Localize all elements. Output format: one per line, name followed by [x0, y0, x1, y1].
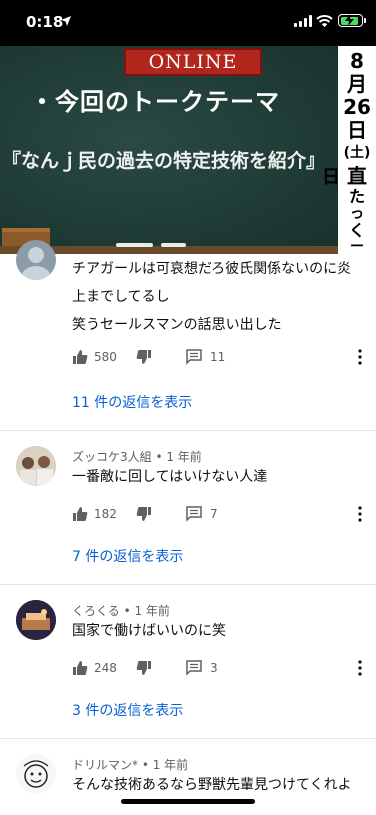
comment-author-meta: くろくる • 1 年前: [72, 604, 170, 618]
like-button[interactable]: 182: [72, 504, 117, 524]
more-vert-icon[interactable]: [354, 504, 366, 524]
comment-icon: [186, 660, 202, 676]
side-char: た: [348, 187, 365, 206]
view-replies-link[interactable]: 11 件の返信を表示: [72, 392, 192, 412]
side-char: 日: [347, 118, 367, 142]
more-vert-icon[interactable]: [354, 347, 366, 367]
like-button[interactable]: 248: [72, 658, 117, 678]
comment-line: 一番敵に回してはいけない人達: [72, 469, 268, 485]
comment-author-meta: ズッコケ3人組 • 1 年前: [72, 450, 202, 464]
side-char: 26: [343, 95, 371, 119]
battery-icon: [338, 14, 363, 27]
talk-theme-title: ・今回のトークテーマ: [30, 88, 280, 116]
comment-line: そんな技術あるなら野獣先輩見つけてくれよ: [72, 777, 352, 793]
comment-icon: [186, 506, 202, 522]
thumb-down-icon: [136, 661, 151, 675]
thumb-up-icon: [73, 661, 88, 675]
like-count: 182: [94, 507, 117, 521]
chalkboard-thumbnail: ONLINE ・今回のトークテーマ 『なんｊ民の過去の特定技術を紹介』: [0, 46, 338, 254]
like-count: 580: [94, 350, 117, 364]
home-indicator[interactable]: [121, 799, 255, 804]
wifi-icon: [316, 15, 333, 27]
more-vert-icon[interactable]: [354, 658, 366, 678]
comment-text: 国家で働けばいいのに笑: [72, 618, 368, 644]
comment-icon: [186, 349, 202, 365]
dislike-button[interactable]: [136, 347, 152, 367]
video-player[interactable]: ONLINE ・今回のトークテーマ 『なんｊ民の過去の特定技術を紹介』 8 月 …: [0, 46, 376, 254]
player-indicator-left: [116, 243, 153, 247]
avatar[interactable]: [16, 446, 56, 486]
reply-button[interactable]: 11: [186, 347, 225, 367]
comment-text: 一番敵に回してはいけない人達: [72, 464, 368, 490]
dislike-button[interactable]: [136, 658, 152, 678]
side-char: く: [348, 221, 365, 240]
reply-count: 3: [210, 661, 218, 675]
comment-actions: 248 3: [72, 658, 368, 678]
reply-button[interactable]: 7: [186, 504, 218, 524]
comment-line: チアガールは可哀想だろ彼氏関係ないのに炎: [72, 261, 352, 277]
status-bar: 0:18: [0, 0, 376, 46]
side-char: っ: [350, 206, 364, 222]
date-side-panel: 8 月 26 日 (土) 日 直 た っ く ー: [322, 46, 376, 254]
thumb-up-icon: [73, 507, 88, 521]
side-char: 8: [350, 49, 364, 73]
side-char: 日: [322, 167, 340, 188]
comment-actions: 580 11: [72, 347, 368, 367]
comment-author-meta: ドリルマン* • 1 年前: [72, 758, 189, 772]
status-time: 0:18: [26, 13, 64, 31]
comment-item: チアガールは可哀想だろ彼氏関係ないのに炎 上までしてるし 笑うセールスマンの話思…: [0, 240, 376, 431]
comment-item: ズッコケ3人組 • 1 年前 一番敵に回してはいけない人達 182 7 7 件の…: [0, 431, 376, 585]
like-button[interactable]: 580: [72, 347, 117, 367]
view-replies-link[interactable]: 3 件の返信を表示: [72, 700, 183, 720]
reply-count: 11: [210, 350, 226, 364]
side-char: 月: [347, 72, 367, 96]
thumb-down-icon: [136, 350, 151, 364]
comment-text: チアガールは可哀想だろ彼氏関係ないのに炎 上までしてるし 笑うセールスマンの話思…: [72, 256, 368, 338]
reply-count: 7: [210, 507, 218, 521]
player-indicator-right: [161, 243, 186, 247]
dislike-button[interactable]: [136, 504, 152, 524]
side-char: ー: [350, 239, 364, 254]
comment-text: そんな技術あるなら野獣先輩見つけてくれよ: [72, 772, 368, 798]
like-count: 248: [94, 661, 117, 675]
location-arrow-icon: [61, 16, 71, 26]
battery-tip: [364, 18, 366, 23]
side-char: (土): [343, 145, 371, 161]
online-sign: ONLINE: [124, 48, 262, 76]
side-char: 直: [347, 164, 367, 188]
comment-line: 上までしてるし: [72, 289, 170, 305]
avatar[interactable]: [16, 600, 56, 640]
avatar[interactable]: [16, 754, 56, 794]
avatar[interactable]: [16, 240, 56, 280]
thumb-down-icon: [136, 507, 151, 521]
cellular-signal-icon: [294, 15, 312, 27]
thumb-up-icon: [73, 350, 88, 364]
comment-line: 国家で働けばいいのに笑: [72, 623, 226, 639]
comment-line: 笑うセールスマンの話思い出した: [72, 317, 282, 333]
comment-item: くろくる • 1 年前 国家で働けばいいのに笑 248 3 3 件の返信を表示: [0, 585, 376, 739]
talk-theme-subject: 『なんｊ民の過去の特定技術を紹介』: [2, 150, 326, 172]
comment-actions: 182 7: [72, 504, 368, 524]
reply-button[interactable]: 3: [186, 658, 218, 678]
view-replies-link[interactable]: 7 件の返信を表示: [72, 546, 183, 566]
